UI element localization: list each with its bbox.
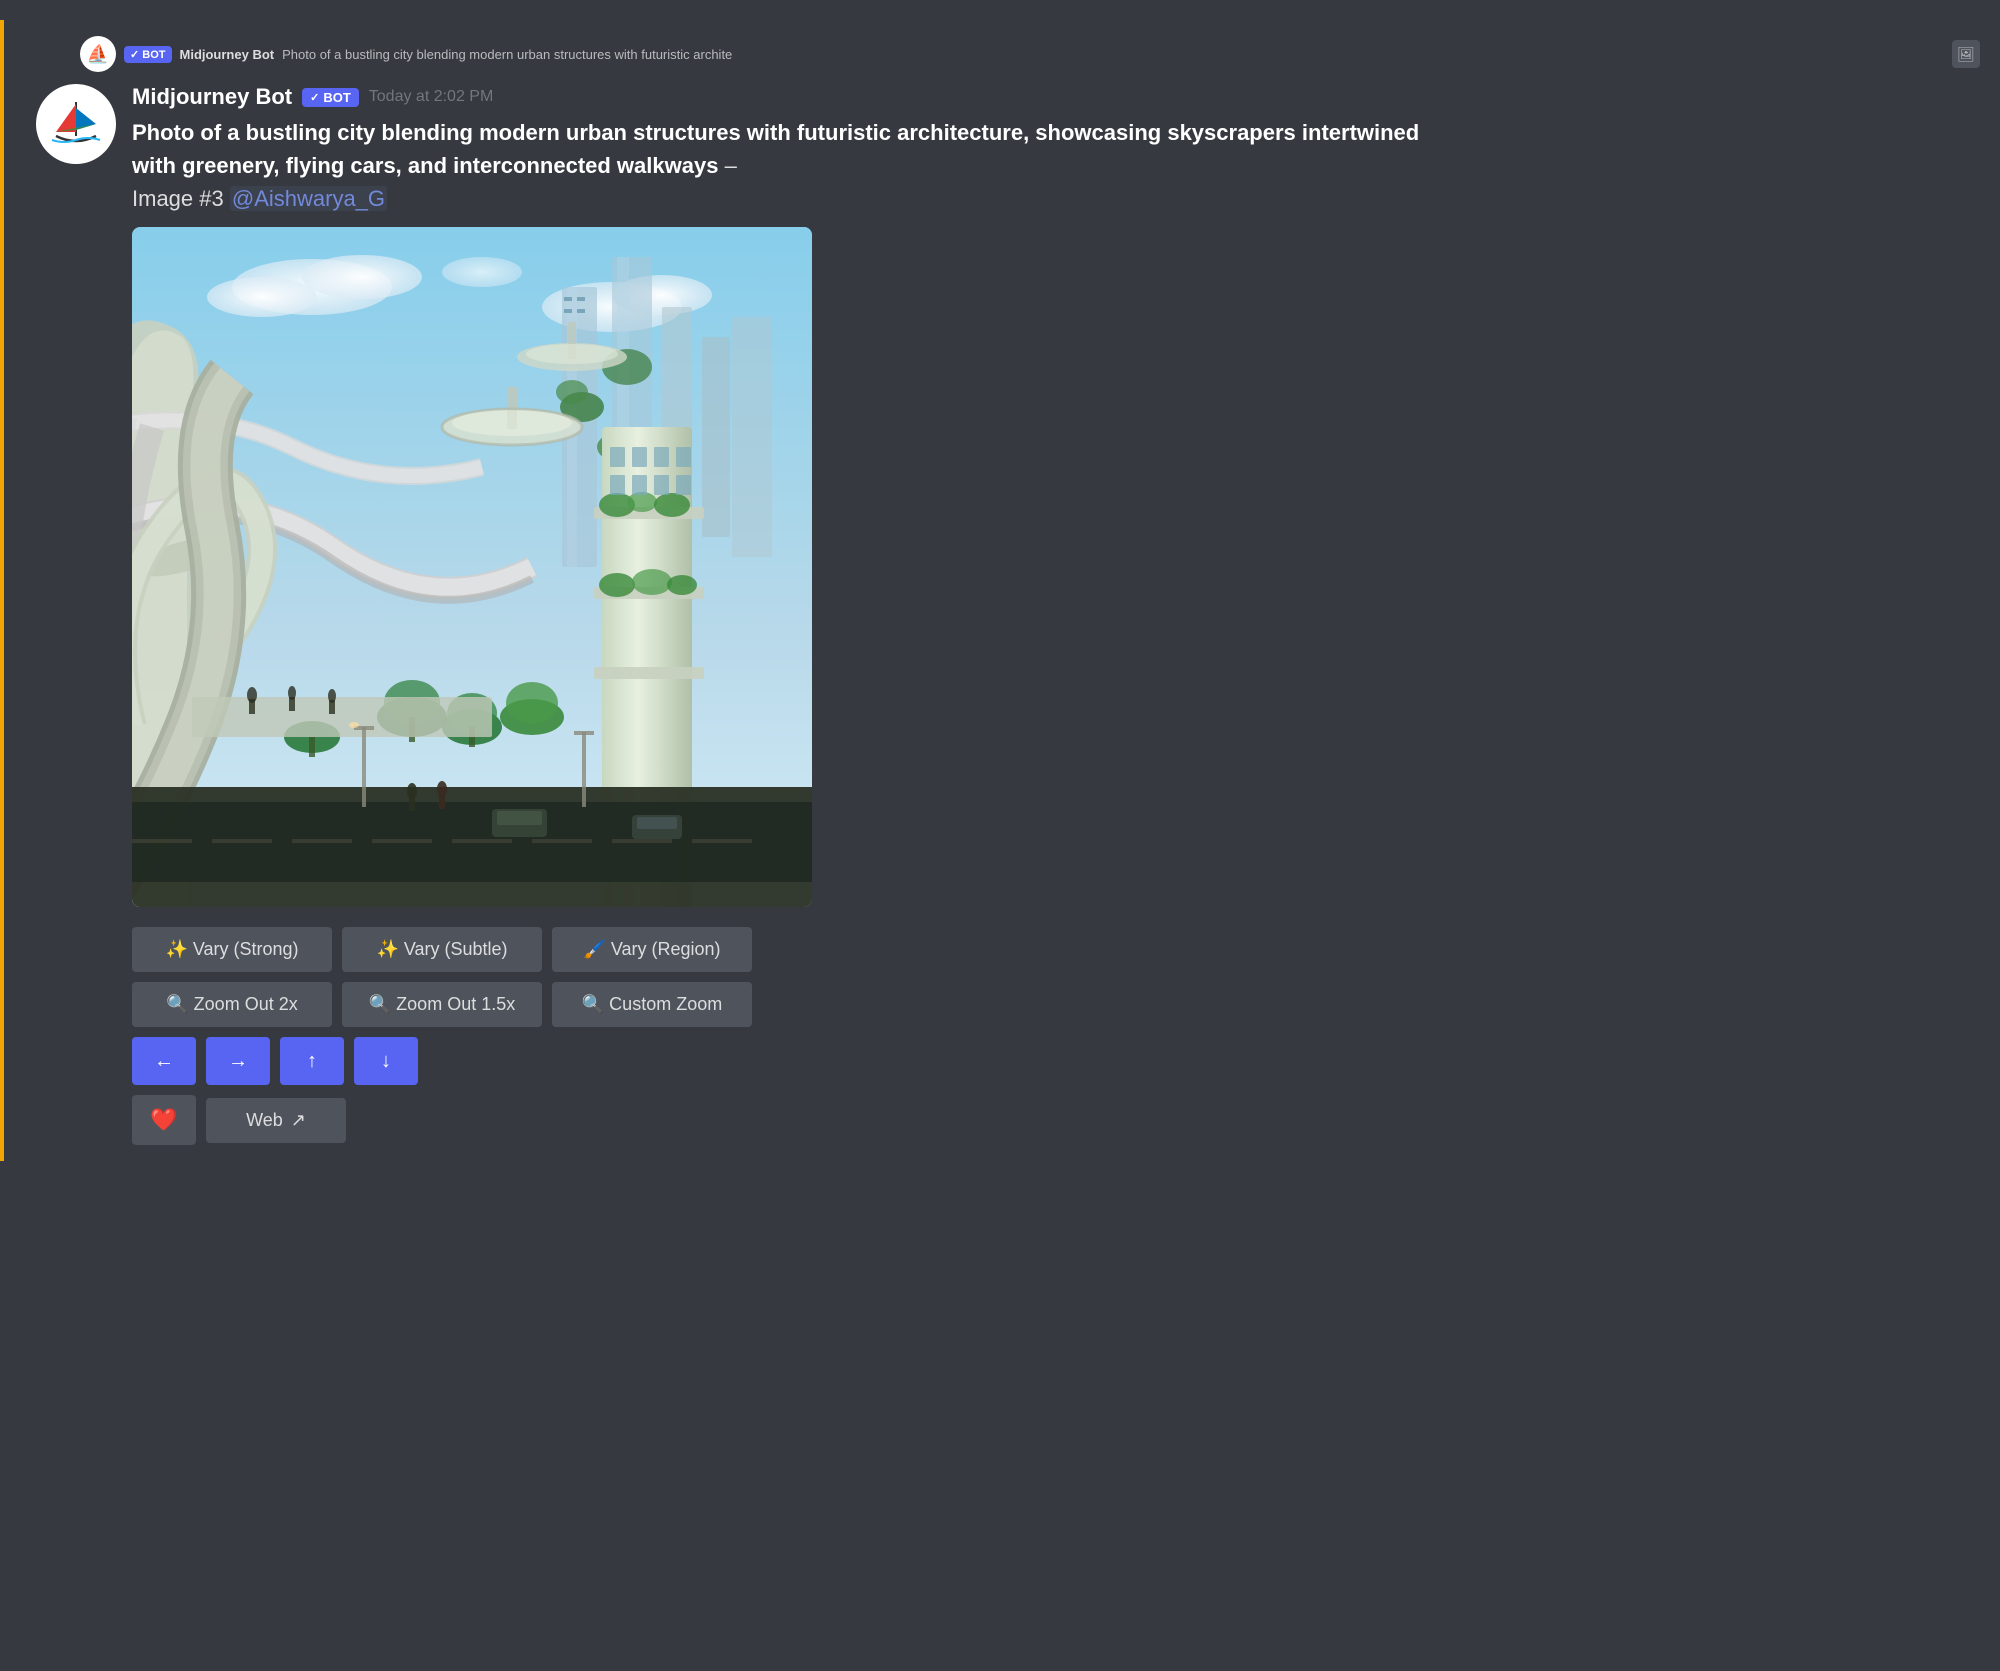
message-text-bold: Photo of a bustling city blending modern… [132,120,1419,178]
image-label: Image #3 [132,186,224,211]
external-link-icon: ↗ [291,1110,306,1131]
vary-region-button[interactable]: 🖌️ Vary (Region) [552,927,752,972]
arrow-right-button[interactable]: → [206,1037,270,1085]
zoom-out-2x-button[interactable]: 🔍 Zoom Out 2x [132,982,332,1027]
image-container [132,227,1432,907]
check-icon: ✓ [310,91,319,104]
vary-subtle-button[interactable]: ✨ Vary (Subtle) [342,927,542,972]
timestamp: Today at 2:02 PM [369,88,494,106]
heart-button[interactable]: ❤️ [132,1095,196,1145]
arrow-up-button[interactable]: ↑ [280,1037,344,1085]
buttons-area: ✨ Vary (Strong) ✨ Vary (Subtle) 🖌️ Vary … [132,927,1432,1145]
message-container: ⛵ ✓ BOT Midjourney Bot Photo of a bustli… [0,20,2000,1161]
bot-badge: ✓ BOT [302,88,359,107]
vary-strong-button[interactable]: ✨ Vary (Strong) [132,927,332,972]
message-body: Midjourney Bot ✓ BOT Today at 2:02 PM Ph… [36,84,1980,1145]
button-row-arrows: ← → ↑ ↓ [132,1037,1432,1085]
arrow-down-button[interactable]: ↓ [354,1037,418,1085]
button-row-vary: ✨ Vary (Strong) ✨ Vary (Subtle) 🖌️ Vary … [132,927,1432,972]
avatar-container [36,84,116,1145]
left-accent [0,20,4,1161]
web-button[interactable]: Web ↗ [206,1098,346,1143]
button-row-misc: ❤️ Web ↗ [132,1095,1432,1145]
avatar [36,84,116,164]
notification-bar: ⛵ ✓ BOT Midjourney Bot Photo of a bustli… [20,36,1980,72]
zoom-out-1-5x-button[interactable]: 🔍 Zoom Out 1.5x [342,982,542,1027]
mention: @Aishwarya_G [230,186,387,211]
arrow-left-button[interactable]: ← [132,1037,196,1085]
notification-preview: Photo of a bustling city blending modern… [282,47,732,62]
avatar-small: ⛵ [80,36,116,72]
message-header: Midjourney Bot ✓ BOT Today at 2:02 PM [132,84,1432,110]
bot-badge-small: ✓ BOT [124,46,172,63]
message-text: Photo of a bustling city blending modern… [132,116,1432,215]
username: Midjourney Bot [132,84,292,110]
notification-bot-name: Midjourney Bot [180,47,275,62]
generated-image [132,227,812,907]
message-content: Midjourney Bot ✓ BOT Today at 2:02 PM Ph… [132,84,1432,1145]
custom-zoom-button[interactable]: 🔍 Custom Zoom [552,982,752,1027]
notification-image-icon: 🖼 [1952,40,1980,68]
button-row-zoom: 🔍 Zoom Out 2x 🔍 Zoom Out 1.5x 🔍 Custom Z… [132,982,1432,1027]
